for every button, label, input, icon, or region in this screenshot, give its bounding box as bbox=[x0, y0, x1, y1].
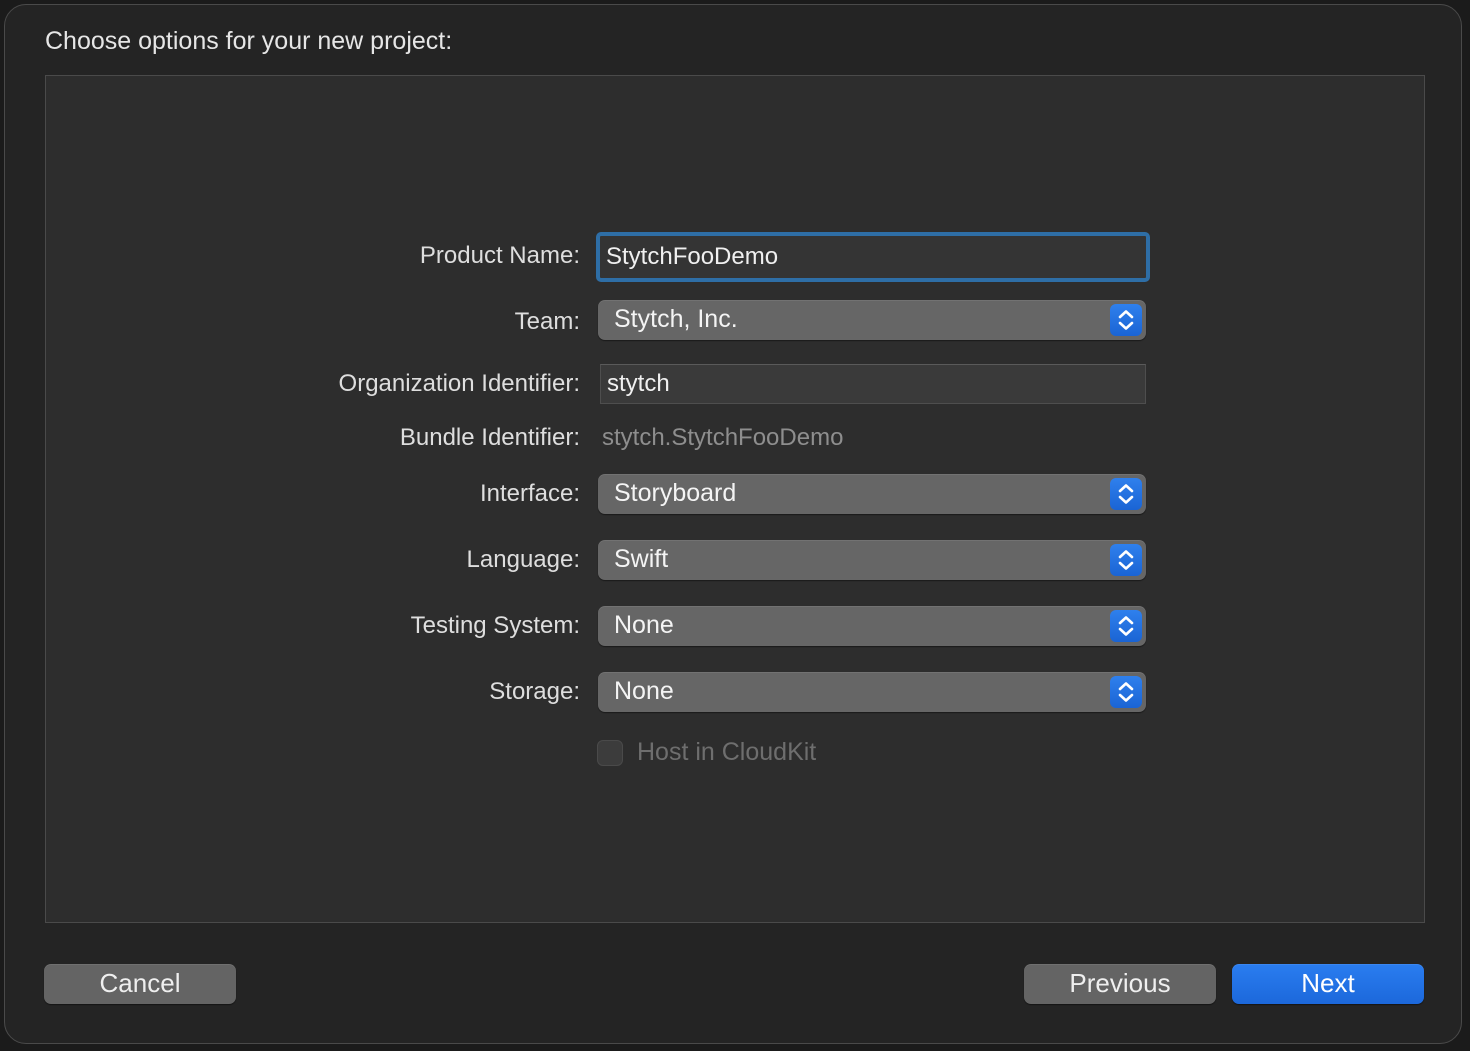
chevron-up-down-icon bbox=[1110, 544, 1142, 576]
chevron-up-down-icon bbox=[1110, 478, 1142, 510]
language-label: Language: bbox=[466, 546, 580, 573]
chevron-up-down-icon bbox=[1110, 676, 1142, 708]
cancel-button[interactable]: Cancel bbox=[44, 964, 236, 1004]
bundle-identifier-value: stytch.StytchFooDemo bbox=[602, 424, 844, 451]
host-in-cloudkit-checkbox[interactable] bbox=[597, 740, 623, 766]
chevron-up-down-icon bbox=[1110, 610, 1142, 642]
testing-system-popup-value: None bbox=[614, 611, 674, 639]
testing-system-label: Testing System: bbox=[410, 612, 580, 639]
language-popup[interactable]: Swift bbox=[598, 540, 1146, 580]
interface-popup-value: Storyboard bbox=[614, 479, 737, 507]
team-popup[interactable]: Stytch, Inc. bbox=[598, 300, 1146, 340]
organization-identifier-input[interactable] bbox=[600, 364, 1146, 404]
dialog-title: Choose options for your new project: bbox=[45, 27, 453, 55]
storage-popup[interactable]: None bbox=[598, 672, 1146, 712]
storage-popup-value: None bbox=[614, 677, 674, 705]
bundle-identifier-label: Bundle Identifier: bbox=[399, 424, 580, 451]
previous-button[interactable]: Previous bbox=[1024, 964, 1216, 1004]
next-button[interactable]: Next bbox=[1232, 964, 1424, 1004]
new-project-dialog: Choose options for your new project: bbox=[4, 4, 1462, 1044]
team-popup-value: Stytch, Inc. bbox=[614, 305, 738, 333]
product-name-input[interactable] bbox=[596, 232, 1150, 282]
chevron-up-down-icon bbox=[1110, 304, 1142, 336]
testing-system-popup[interactable]: None bbox=[598, 606, 1146, 646]
host-in-cloudkit-label: Host in CloudKit bbox=[637, 738, 817, 766]
storage-label: Storage: bbox=[489, 678, 580, 705]
organization-identifier-label: Organization Identifier: bbox=[338, 370, 580, 397]
interface-popup[interactable]: Storyboard bbox=[598, 474, 1146, 514]
product-name-label: Product Name: bbox=[419, 242, 580, 269]
interface-label: Interface: bbox=[479, 480, 580, 507]
language-popup-value: Swift bbox=[614, 545, 669, 573]
team-label: Team: bbox=[514, 308, 580, 335]
